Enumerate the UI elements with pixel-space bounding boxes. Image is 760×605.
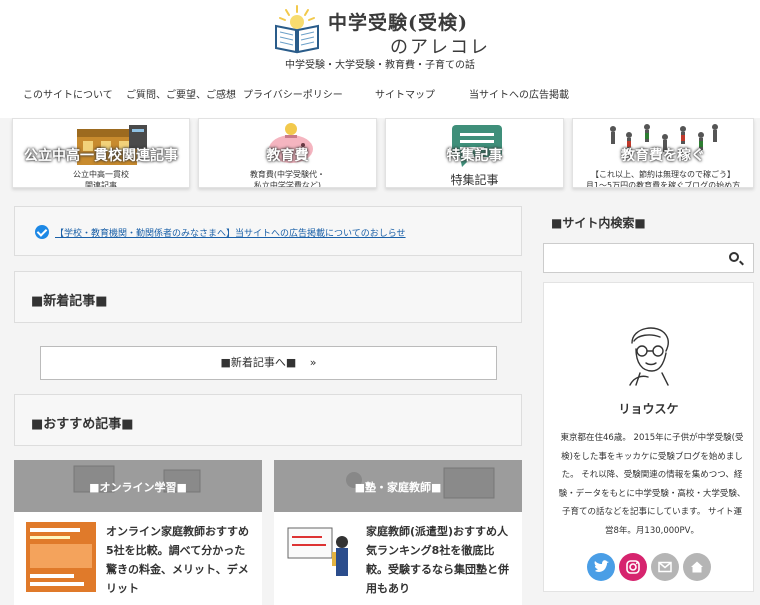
search-box [543, 243, 754, 273]
home-button[interactable] [683, 553, 711, 581]
profile-bio: 東京都在住46歳。 2015年に子供が中学受験(受検)をした事をキッカケに受験ブ… [558, 433, 746, 536]
article-card-online[interactable]: ■オンライン学習■ オンライン家庭教師おすすめ5社を比較。調べて分かった驚きの料… [14, 460, 262, 605]
ad-notice-banner: 【学校・教育機関・勤関係者のみなさまへ】当サイトへの広告掲載についてのおしらせ [14, 206, 522, 256]
new-articles-section: ■新着記事■ [14, 271, 522, 323]
category-tile-desc: 【これ以上、節約は無理なので稼ごう】 月1〜5万円の教育費を稼ぐブログの始め方 [585, 170, 741, 188]
card-title: オンライン家庭教師おすすめ5社を比較。調べて分かった驚きの料金、メリット、デメリ… [106, 525, 249, 595]
mail-button[interactable] [651, 553, 679, 581]
site-logo[interactable]: 中学受験(受検) のアレコレ [272, 2, 502, 58]
card-thumbnail-image [286, 522, 356, 592]
search-icon[interactable] [729, 252, 739, 262]
category-tile-earn[interactable]: 教育費を稼ぐ 【これ以上、節約は無理なので稼ごう】 月1〜5万円の教育費を稼ぐブ… [572, 118, 754, 188]
nav-item-about[interactable]: このサイトについて [23, 86, 113, 101]
nav-item-contact[interactable]: ご質問、ご要望、ご感想 [126, 86, 236, 101]
category-tile-feature[interactable]: 特集記事 特集記事 [385, 118, 564, 188]
double-chevron-right-icon: » [309, 356, 317, 369]
card-title: 家庭教師(派遣型)おすすめ人気ランキング8社を徹底比較。受験するなら集団塾と併用… [366, 525, 509, 595]
profile-widget: リョウスケ 東京都在住46歳。 2015年に子供が中学受験(受検)をした事をキッ… [543, 282, 754, 592]
search-input[interactable] [548, 248, 718, 268]
category-tile-desc: 特集記事 [450, 173, 499, 187]
category-tiles: 公立中高一貫校関連記事 公立中高一貫校 関連記事 教育費 教育費(中学受験代・ … [0, 118, 760, 190]
section-title: ■新着記事■ [31, 294, 108, 309]
new-articles-button[interactable]: ■新着記事へ■ » [40, 346, 497, 380]
category-tile-desc: 公立中高一貫校 関連記事 [73, 170, 129, 188]
instagram-button[interactable] [619, 553, 647, 581]
category-tile-title: 特集記事 [446, 148, 503, 164]
sidebar-search-title: ■サイト内検索■ [551, 216, 646, 230]
avatar [629, 327, 669, 386]
site-header: 中学受験(受検) のアレコレ 中学受験・大学受験・教育費・子育ての話 このサイト… [0, 0, 760, 118]
card-category-header: ■オンライン学習■ [14, 460, 262, 512]
card-category-label: ■塾・家庭教師■ [354, 481, 442, 494]
recommended-section: ■おすすめ記事■ [14, 394, 522, 446]
nav-item-sitemap[interactable]: サイトマップ [375, 86, 435, 101]
nav-item-privacy[interactable]: プライバシーポリシー [243, 86, 343, 101]
card-thumbnail-image [26, 522, 96, 592]
category-tile-education-cost[interactable]: 教育費 教育費(中学受験代・ 私立中学学費など) [198, 118, 377, 188]
instagram-icon [626, 560, 640, 574]
site-tagline: 中学受験・大学受験・教育費・子育ての話 [285, 60, 475, 71]
section-title: ■おすすめ記事■ [31, 417, 134, 432]
button-label: ■新着記事へ■ [220, 356, 297, 369]
card-category-header: ■塾・家庭教師■ [274, 460, 522, 512]
book-logo-icon [275, 5, 319, 54]
ad-notice-link[interactable]: 【学校・教育機関・勤関係者のみなさまへ】当サイトへの広告掲載についてのおしらせ [55, 226, 406, 239]
article-card-tutor[interactable]: ■塾・家庭教師■ 家庭教師(派遣型)おすすめ人気ランキング8社を徹底比較。受験す… [274, 460, 522, 605]
nav-item-advertise[interactable]: 当サイトへの広告掲載 [469, 86, 569, 101]
logo-title-line1: 中学受験(受検) [328, 12, 468, 34]
category-tile-title: 教育費を稼ぐ [621, 148, 705, 164]
category-tile-public-school[interactable]: 公立中高一貫校関連記事 公立中高一貫校 関連記事 [12, 118, 190, 188]
category-tile-title: 公立中高一貫校関連記事 [24, 148, 178, 164]
card-category-label: ■オンライン学習■ [89, 481, 187, 494]
category-tile-desc: 教育費(中学受験代・ 私立中学学費など) [249, 170, 326, 188]
twitter-icon [594, 560, 609, 572]
global-nav: このサイトについて ご質問、ご要望、ご感想 プライバシーポリシー サイトマップ … [0, 86, 760, 102]
category-tile-title: 教育費 [266, 148, 309, 164]
twitter-button[interactable] [587, 553, 615, 581]
profile-name: リョウスケ [618, 402, 679, 416]
mail-icon [658, 561, 672, 573]
home-icon [691, 561, 703, 573]
check-circle-icon [35, 225, 49, 239]
